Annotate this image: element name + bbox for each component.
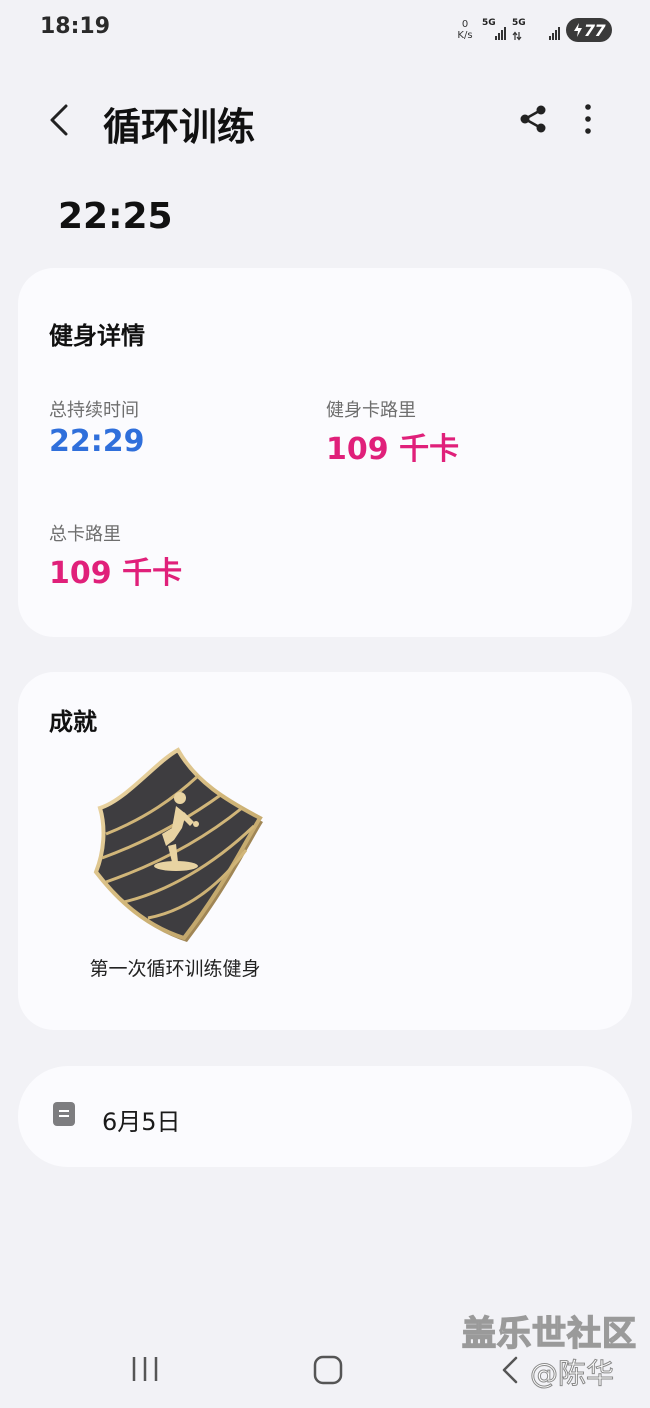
total-calories-label: 总卡路里 bbox=[49, 524, 121, 545]
recent-apps-icon bbox=[132, 1357, 158, 1381]
note-icon bbox=[53, 1102, 75, 1126]
signal-sim2-icon: 5G bbox=[512, 16, 536, 44]
status-icons: 0 K/s 5G 5G 77 bbox=[454, 14, 612, 46]
battery-level: 77 bbox=[583, 20, 606, 40]
note-date-card[interactable]: 6月5日 bbox=[18, 1066, 632, 1167]
more-vertical-icon bbox=[585, 104, 591, 134]
recent-apps-button[interactable] bbox=[128, 1354, 162, 1384]
app-header: 循环训练 bbox=[0, 88, 650, 152]
share-icon bbox=[520, 105, 546, 133]
network-speed-value: 0 bbox=[461, 19, 469, 30]
battery-icon: 77 bbox=[566, 18, 612, 42]
circuit-training-badge-icon bbox=[93, 747, 263, 942]
total-duration-value: 22:29 bbox=[49, 424, 145, 459]
signal-wifi-bars-icon bbox=[542, 16, 560, 44]
achievement-badge[interactable] bbox=[86, 742, 270, 942]
sim2-network-label: 5G bbox=[512, 18, 526, 28]
total-duration-label: 总持续时间 bbox=[49, 400, 139, 421]
status-bar: 18:19 0 K/s 5G 5G 77 bbox=[0, 0, 650, 60]
share-button[interactable] bbox=[516, 102, 550, 136]
workout-details-card: 健身详情 总持续时间 22:29 健身卡路里 109 千卡 总卡路里 109 千… bbox=[18, 268, 632, 637]
network-speed-unit: K/s bbox=[457, 30, 473, 41]
total-calories-value: 109 千卡 bbox=[49, 556, 183, 591]
workout-start-time: 22:25 bbox=[58, 196, 173, 237]
details-title: 健身详情 bbox=[49, 322, 145, 350]
user-watermark: @陈华 bbox=[529, 1357, 615, 1391]
badge-name: 第一次循环训练健身 bbox=[89, 958, 261, 980]
sim1-network-label: 5G bbox=[482, 18, 496, 28]
home-button[interactable] bbox=[312, 1354, 344, 1386]
workout-calories-value: 109 千卡 bbox=[326, 432, 460, 467]
back-icon bbox=[502, 1356, 518, 1384]
achievements-card: 成就 第一次循环训练健身 bbox=[18, 672, 632, 1030]
signal-sim1-icon: 5G bbox=[482, 16, 506, 44]
page-title: 循环训练 bbox=[103, 105, 256, 149]
status-time: 18:19 bbox=[40, 14, 111, 39]
achievements-title: 成就 bbox=[49, 708, 97, 736]
note-date: 6月5日 bbox=[102, 1108, 181, 1136]
chevron-left-icon bbox=[50, 104, 68, 136]
workout-calories-label: 健身卡路里 bbox=[326, 400, 416, 421]
more-options-button[interactable] bbox=[574, 102, 602, 136]
home-icon bbox=[313, 1355, 343, 1385]
community-watermark: 盖乐世社区 bbox=[461, 1313, 637, 1355]
system-back-button[interactable] bbox=[498, 1354, 522, 1386]
network-speed: 0 K/s bbox=[454, 19, 476, 41]
back-button[interactable] bbox=[40, 100, 80, 140]
